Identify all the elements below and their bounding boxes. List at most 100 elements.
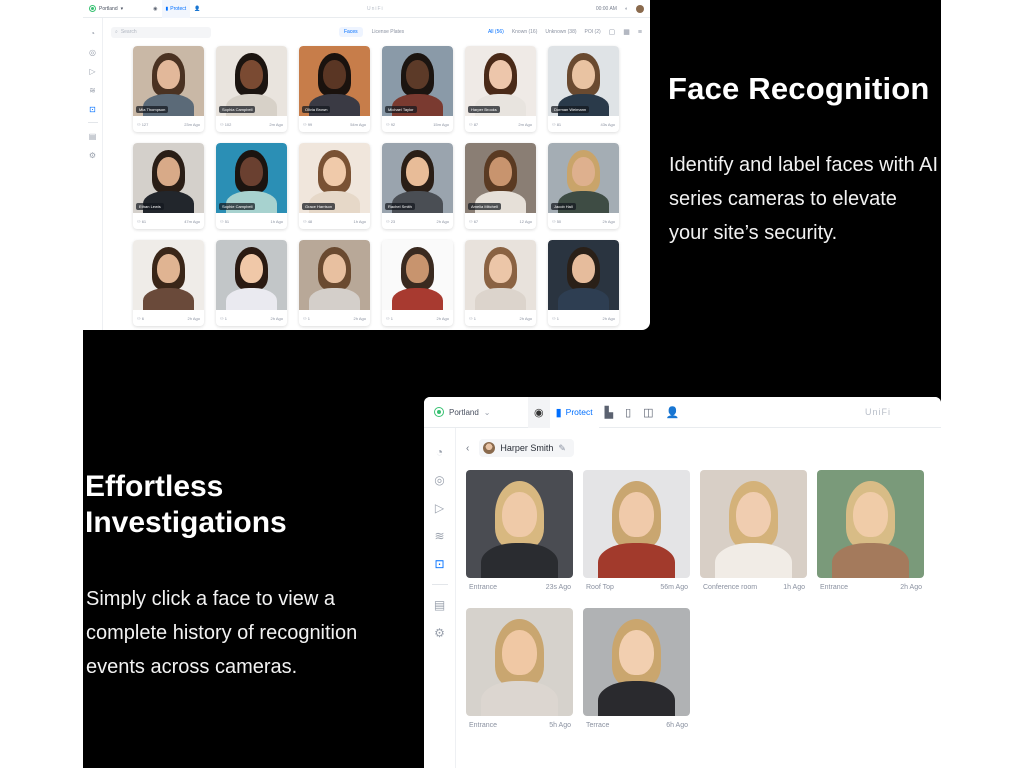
face-card[interactable]: ⚇ 1 2h Ago bbox=[216, 240, 287, 326]
face-shape bbox=[406, 157, 429, 187]
devices-icon[interactable]: ◎ bbox=[86, 45, 100, 59]
faces-grid: Mia Thompson ⚇ 127 23m Ago Sophia Campbell ⚇… bbox=[133, 46, 619, 326]
face-card[interactable]: ⚇ 1 2h Ago bbox=[465, 240, 536, 326]
app-switch-sensors[interactable]: ◫ bbox=[637, 397, 659, 428]
face-card[interactable]: Amelia Mitchell ⚇ 67 12 Ago bbox=[465, 143, 536, 229]
face-card[interactable]: Olivia Brown ⚇ 99 54m Ago bbox=[299, 46, 370, 132]
logs-icon[interactable]: ▤ bbox=[86, 129, 100, 143]
dashboard-icon[interactable]: ◔ bbox=[430, 442, 450, 462]
segment-license-plates[interactable]: License Plates bbox=[367, 27, 410, 37]
filter-unknown[interactable]: Unknown (38) bbox=[545, 29, 576, 35]
search-input[interactable]: ⌕ Search bbox=[111, 26, 211, 38]
face-name-label: Michael Taylor bbox=[385, 106, 417, 113]
faces-window: Portland ▾ ◉ ▮ Protect 👤 UniFi 00:00 AM … bbox=[83, 0, 650, 330]
face-scan-icon[interactable]: ⊡ bbox=[430, 554, 450, 574]
face-card[interactable]: Sophie Campbell ⚇ 51 1h Ago bbox=[216, 143, 287, 229]
filter-poi[interactable]: POI (2) bbox=[585, 29, 601, 35]
shirt-shape bbox=[597, 543, 675, 578]
count-value: 99 bbox=[307, 121, 313, 127]
face-photo: Sophie Campbell bbox=[216, 143, 287, 213]
search-icon: ⌕ bbox=[115, 29, 118, 35]
shirt-shape bbox=[225, 287, 278, 310]
app-switch-doors[interactable]: ▙ bbox=[599, 397, 619, 428]
face-photo bbox=[216, 240, 287, 310]
face-card-meta: ⚇ 61 47m Ago bbox=[133, 213, 204, 229]
site-selector[interactable]: Portland ⌄ bbox=[434, 407, 528, 417]
play-icon[interactable]: ▷ bbox=[86, 64, 100, 78]
event-card[interactable]: Entrance 2h Ago bbox=[817, 470, 924, 591]
settings-icon[interactable]: ⚙ bbox=[86, 148, 100, 162]
play-icon[interactable]: ▷ bbox=[430, 498, 450, 518]
face-card[interactable]: Rachel Smith ⚇ 23 2h Ago bbox=[382, 143, 453, 229]
motion-icon[interactable]: ≋ bbox=[430, 526, 450, 546]
face-photo: Sophia Campbell bbox=[216, 46, 287, 116]
count-value: 1 bbox=[390, 315, 393, 321]
count-value: 102 bbox=[224, 121, 232, 127]
face-shape bbox=[157, 157, 180, 187]
detection-count: ⚇ 92 bbox=[386, 122, 395, 127]
app-tab-protect[interactable]: ▮ Protect bbox=[161, 0, 191, 18]
face-card[interactable]: ⚇ 1 2h Ago bbox=[299, 240, 370, 326]
top-right-controls: 00:00 AM ◐ bbox=[596, 4, 644, 13]
face-card[interactable]: Mia Thompson ⚇ 127 23m Ago bbox=[133, 46, 204, 132]
app-tab-label: Protect bbox=[170, 5, 187, 12]
back-chevron-icon[interactable]: ‹ bbox=[466, 443, 469, 454]
face-card[interactable]: ⚇ 1 2h Ago bbox=[548, 240, 619, 326]
filter-known[interactable]: Known (16) bbox=[512, 29, 538, 35]
site-selector[interactable]: Portland ▾ bbox=[89, 5, 123, 12]
face-name-label: Rachel Smith bbox=[385, 203, 415, 210]
event-card[interactable]: Roof Top 56m Ago bbox=[583, 470, 690, 591]
app-switch-access[interactable]: 👤 bbox=[660, 397, 686, 428]
event-card[interactable]: Conference room 1h Ago bbox=[700, 470, 807, 591]
motion-icon[interactable]: ≋ bbox=[86, 83, 100, 97]
face-shape bbox=[240, 157, 263, 187]
filter-all[interactable]: All (56) bbox=[488, 29, 504, 35]
face-name-label: Mia Thompson bbox=[136, 106, 169, 113]
logs-icon[interactable]: ▤ bbox=[430, 595, 450, 615]
face-card[interactable]: Jacob Hall ⚇ 50 2h Ago bbox=[548, 143, 619, 229]
settings-icon[interactable]: ⚙ bbox=[430, 623, 450, 643]
segment-faces[interactable]: Faces bbox=[339, 27, 363, 37]
dashboard-icon[interactable]: ◔ bbox=[86, 26, 100, 40]
detection-count: ⚇ 67 bbox=[469, 219, 478, 224]
last-seen: 2m Ago bbox=[518, 121, 532, 127]
list-view-icon[interactable]: ≡ bbox=[638, 29, 642, 36]
event-card[interactable]: Entrance 23s Ago bbox=[466, 470, 573, 591]
app-switch-home[interactable]: ◉ bbox=[149, 0, 161, 18]
face-recognition-description: Identify and label faces with AI series … bbox=[669, 154, 939, 244]
count-value: 61 bbox=[141, 218, 147, 224]
app-switch-access[interactable]: 👤 bbox=[190, 0, 204, 18]
app-tab-protect[interactable]: ▮ Protect bbox=[549, 397, 599, 428]
devices-icon[interactable]: ◎ bbox=[430, 470, 450, 490]
edit-pencil-icon[interactable]: ✎ bbox=[558, 443, 566, 454]
face-photo bbox=[382, 240, 453, 310]
count-value: 67 bbox=[473, 218, 479, 224]
avatar[interactable] bbox=[636, 4, 644, 13]
face-card[interactable]: Ethan Lewis ⚇ 61 47m Ago bbox=[133, 143, 204, 229]
face-shape bbox=[406, 60, 429, 90]
select-icon[interactable]: ▢ bbox=[609, 28, 616, 36]
shirt-shape bbox=[480, 543, 558, 578]
face-name-label: Olivia Brown bbox=[302, 106, 331, 113]
app-switch-intercom[interactable]: ▯ bbox=[619, 397, 637, 428]
face-scan-icon[interactable]: ⊡ bbox=[86, 102, 100, 116]
grid-view-icon[interactable]: ▦ bbox=[623, 28, 630, 36]
face-card[interactable]: ⚇ 1 2h Ago bbox=[382, 240, 453, 326]
event-meta: Roof Top 56m Ago bbox=[583, 578, 690, 591]
event-card[interactable]: Terrace 6h Ago bbox=[583, 608, 690, 729]
face-card[interactable]: Harper Brooks ⚇ 87 2m Ago bbox=[465, 46, 536, 132]
face-card[interactable]: Michael Taylor ⚇ 92 15m Ago bbox=[382, 46, 453, 132]
face-card[interactable]: Sophia Campbell ⚇ 102 2m Ago bbox=[216, 46, 287, 132]
app-switch-home[interactable]: ◉ bbox=[528, 397, 550, 428]
count-value: 1 bbox=[556, 315, 559, 321]
count-value: 1 bbox=[307, 315, 310, 321]
face-card[interactable]: ⚇ 6 2h Ago bbox=[133, 240, 204, 326]
brand-logo: UniFi bbox=[864, 407, 891, 417]
face-card[interactable]: Grace Harrison ⚇ 48 1h Ago bbox=[299, 143, 370, 229]
detection-count: ⚇ 6 bbox=[137, 316, 144, 321]
face-photo: Ethan Lewis bbox=[133, 143, 204, 213]
event-card[interactable]: Entrance 5h Ago bbox=[466, 608, 573, 729]
person-chip[interactable]: Harper Smith ✎ bbox=[479, 439, 574, 457]
theme-toggle-icon[interactable]: ◐ bbox=[625, 6, 628, 12]
face-card[interactable]: Dorman Weimann ⚇ 81 43s Ago bbox=[548, 46, 619, 132]
